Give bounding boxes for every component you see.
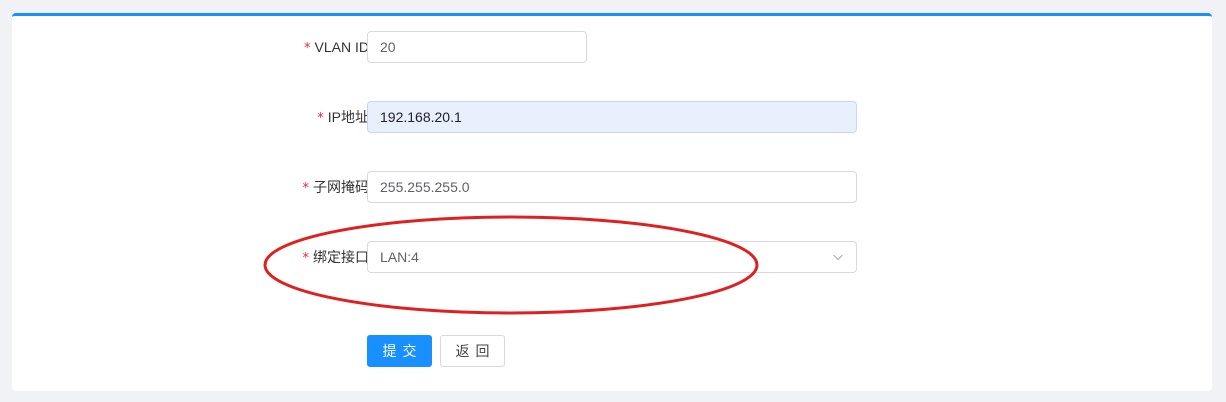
required-mark: * [302, 181, 310, 196]
submit-button[interactable]: 提交 [367, 335, 432, 367]
vlan-id-row: * VLAN ID 20 [12, 31, 1212, 63]
chevron-down-icon [833, 254, 843, 261]
bind-interface-selected-value: LAN:4 [380, 249, 419, 265]
form-actions: 提交 返回 [12, 335, 1212, 367]
back-button[interactable]: 返回 [440, 335, 505, 367]
subnet-mask-label: * 子网掩码 [303, 171, 370, 203]
bind-interface-label-text: 绑定接口 [313, 249, 369, 265]
vlan-id-label-text: VLAN ID [314, 39, 369, 55]
subnet-mask-input[interactable]: 255.255.255.0 [367, 171, 857, 203]
bind-interface-select[interactable]: LAN:4 [367, 241, 857, 273]
required-mark: * [304, 41, 311, 56]
subnet-mask-row: * 子网掩码 255.255.255.0 [12, 171, 1212, 203]
bind-interface-label: * 绑定接口 [303, 241, 370, 273]
ip-address-label: * IP地址 [317, 101, 369, 133]
ip-address-row: * IP地址 192.168.20.1 [12, 101, 1212, 133]
required-mark: * [317, 111, 324, 126]
vlan-id-label: * VLAN ID [304, 31, 369, 63]
required-mark: * [302, 251, 310, 266]
ip-address-input[interactable]: 192.168.20.1 [367, 101, 857, 133]
ip-address-label-text: IP地址 [327, 109, 369, 125]
vlan-id-input[interactable]: 20 [367, 31, 587, 63]
form-card: * VLAN ID 20 * IP地址 192.168.20.1 * 子网掩码 255… [12, 13, 1212, 391]
bind-interface-row: * 绑定接口 LAN:4 [12, 241, 1212, 273]
subnet-mask-label-text: 子网掩码 [313, 179, 369, 195]
